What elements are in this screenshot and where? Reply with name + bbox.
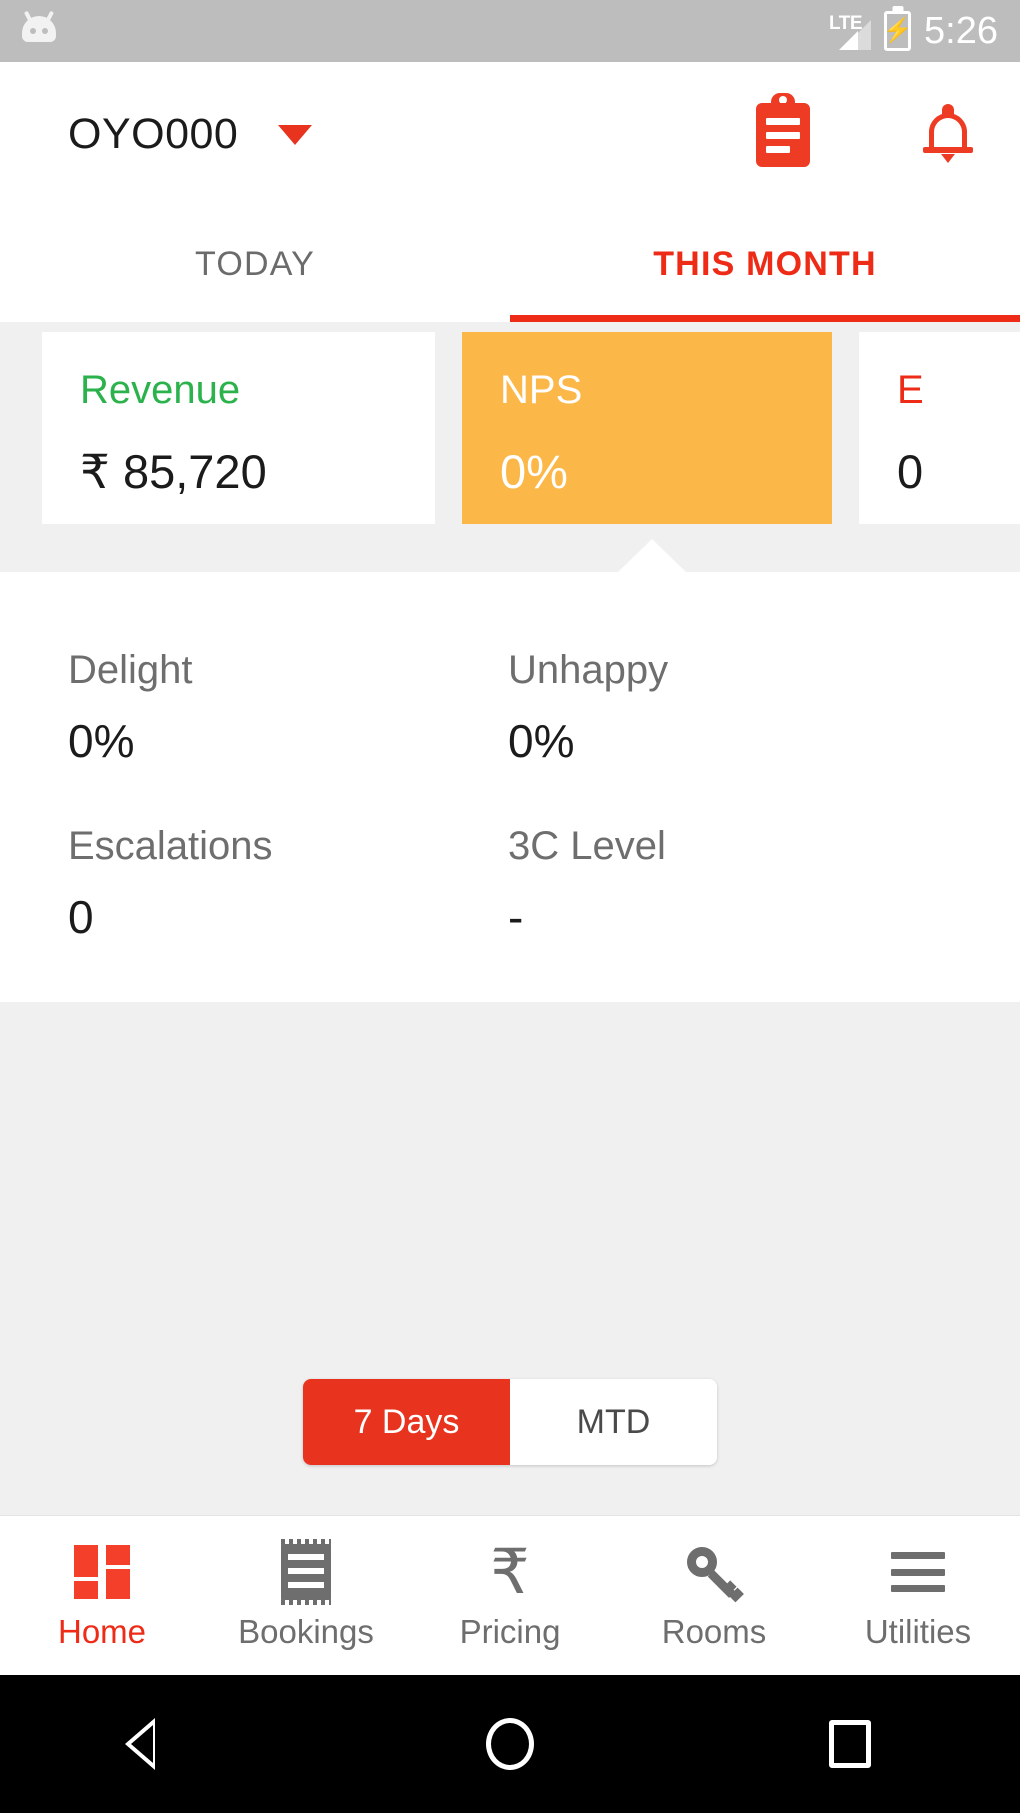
battery-icon: ⚡ xyxy=(883,11,912,51)
hamburger-icon xyxy=(891,1543,945,1601)
metric-cards-strip[interactable]: Revenue ₹ 85,720 NPS 0% E 0 xyxy=(0,322,1020,573)
status-bar-clock: 5:26 xyxy=(924,10,998,52)
metric-label: 3C Level xyxy=(508,824,666,868)
detail-metrics-row: Escalations 0 3C Level - xyxy=(68,826,1020,940)
hotel-id-label: OYO000 xyxy=(68,110,239,158)
receipt-icon xyxy=(281,1539,331,1605)
chevron-down-icon[interactable] xyxy=(278,124,313,145)
status-bar: LTE ⚡ 5:26 xyxy=(0,0,1020,62)
square-recents-icon xyxy=(829,1720,871,1768)
system-recents-button[interactable] xyxy=(680,1720,1020,1768)
nav-label: Pricing xyxy=(459,1613,561,1650)
nav-label: Rooms xyxy=(661,1613,767,1650)
metric-cards-row: Revenue ₹ 85,720 NPS 0% E 0 xyxy=(0,332,1020,524)
metric-3c-level: 3C Level - xyxy=(508,826,948,940)
metric-card-value: ₹ 85,720 xyxy=(80,445,267,498)
metric-card-revenue[interactable]: Revenue ₹ 85,720 xyxy=(42,332,435,524)
grid-icon xyxy=(74,1543,130,1601)
nav-item-home[interactable]: Home xyxy=(0,1543,204,1648)
tab-today[interactable]: TODAY xyxy=(0,207,510,322)
metric-escalations: Escalations 0 xyxy=(68,826,508,940)
metric-card-title: E xyxy=(897,368,924,412)
rupee-icon: ₹ xyxy=(490,1534,530,1608)
metric-value: 0% xyxy=(68,715,135,767)
system-home-button[interactable] xyxy=(340,1718,680,1770)
range-toggle-mtd[interactable]: MTD xyxy=(510,1379,717,1465)
metric-card-title: Revenue xyxy=(80,368,241,412)
metric-label: Unhappy xyxy=(508,648,669,692)
detail-metrics: Delight 0% Unhappy 0% Escalations 0 3C L… xyxy=(0,572,1020,1002)
metric-value: 0% xyxy=(508,715,575,767)
bottom-navigation: Home Bookings ₹ Pricing Rooms Utilities xyxy=(0,1515,1020,1675)
period-tabs: TODAY THIS MONTH xyxy=(0,207,1020,322)
metric-card-nps[interactable]: NPS 0% xyxy=(462,332,832,524)
android-head-icon xyxy=(22,10,56,46)
selected-card-pointer xyxy=(617,539,687,573)
circle-home-icon xyxy=(486,1718,534,1770)
nav-item-rooms[interactable]: Rooms xyxy=(612,1543,816,1648)
nav-label: Utilities xyxy=(864,1613,972,1650)
metric-value: 0 xyxy=(68,891,94,943)
status-bar-right: LTE ⚡ 5:26 xyxy=(829,11,998,51)
app-header-actions xyxy=(756,92,974,167)
system-back-button[interactable] xyxy=(0,1718,340,1770)
nav-item-utilities[interactable]: Utilities xyxy=(816,1543,1020,1648)
chart-area: 7 Days MTD xyxy=(0,1002,1020,1515)
metric-card-value: 0% xyxy=(500,445,568,498)
clipboard-icon[interactable] xyxy=(756,92,810,167)
metric-value: - xyxy=(508,891,524,943)
metric-unhappy: Unhappy 0% xyxy=(508,650,948,764)
key-icon xyxy=(685,1543,744,1603)
nav-label: Home xyxy=(57,1613,147,1650)
nav-item-bookings[interactable]: Bookings xyxy=(204,1539,408,1650)
signal-icon: LTE xyxy=(829,12,872,50)
status-bar-left xyxy=(22,10,56,46)
range-toggle-7days[interactable]: 7 Days xyxy=(303,1379,510,1465)
nav-item-pricing[interactable]: ₹ Pricing xyxy=(408,1534,612,1650)
rupee-glyph: ₹ xyxy=(490,1534,530,1608)
tab-this-month[interactable]: THIS MONTH xyxy=(510,207,1020,322)
phone-screen: LTE ⚡ 5:26 OYO000 TODAY THIS MONTH Reven… xyxy=(0,0,1020,1813)
metric-label: Escalations xyxy=(68,824,273,868)
range-toggle: 7 Days MTD xyxy=(303,1379,717,1465)
app-header: OYO000 xyxy=(0,62,1020,207)
metric-delight: Delight 0% xyxy=(68,650,508,764)
bell-icon[interactable] xyxy=(922,103,974,165)
metric-card-title: NPS xyxy=(500,368,583,412)
metric-label: Delight xyxy=(68,648,193,692)
nav-label: Bookings xyxy=(238,1613,374,1650)
system-navigation-bar xyxy=(0,1675,1020,1813)
triangle-back-icon xyxy=(125,1718,185,1770)
metric-card-value: 0 xyxy=(897,445,924,498)
metric-card-partial[interactable]: E 0 xyxy=(859,332,1020,524)
detail-metrics-row: Delight 0% Unhappy 0% xyxy=(68,650,1020,764)
